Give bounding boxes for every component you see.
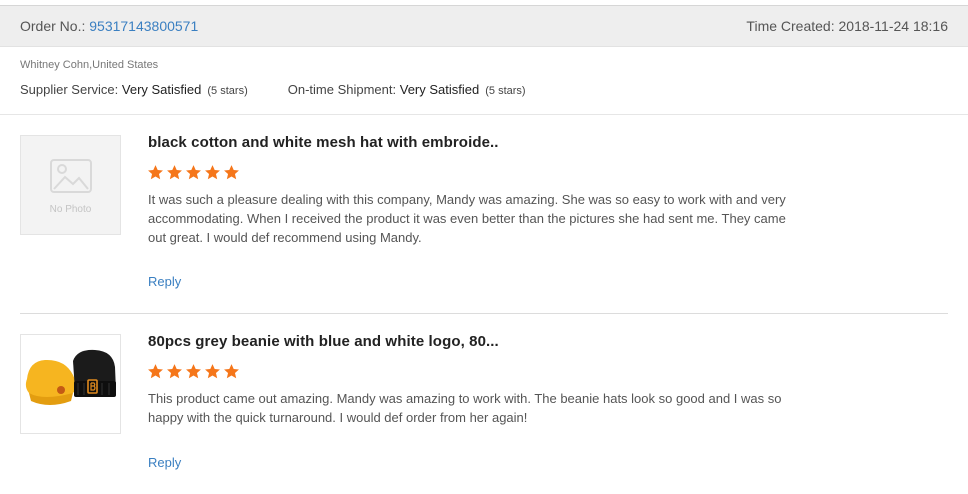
star-icon xyxy=(186,165,201,180)
star-icon xyxy=(224,364,239,379)
divider xyxy=(20,313,948,314)
star-rating xyxy=(147,363,242,381)
product-thumbnail[interactable]: No Photo xyxy=(20,135,121,235)
time-created-value: 2018-11-24 18:16 xyxy=(838,18,949,34)
star-icon xyxy=(148,364,163,379)
order-number-label: Order No.: xyxy=(20,18,90,34)
shipment-stars: (5 stars) xyxy=(485,85,526,97)
image-placeholder-icon xyxy=(50,159,92,193)
order-number-link[interactable]: 95317143800571 xyxy=(89,18,198,34)
no-photo-label: No Photo xyxy=(49,204,92,215)
beanie-product-image xyxy=(21,335,120,433)
divider xyxy=(0,114,968,115)
review-text: This product came out amazing. Mandy was… xyxy=(148,391,782,425)
time-created-label: Time Created: xyxy=(746,18,839,34)
seller-ratings: Supplier Service: Very Satisfied (5 stars… xyxy=(20,82,526,97)
order-header: Order No.: 95317143800571 Time Created: … xyxy=(0,5,968,47)
shipment-label: On-time Shipment: xyxy=(287,82,400,97)
buyer-name: Whitney Cohn,United States xyxy=(20,59,159,71)
supplier-service-stars: (5 stars) xyxy=(207,85,248,97)
product-title[interactable]: 80pcs grey beanie with blue and white lo… xyxy=(148,333,499,350)
order-number: Order No.: 95317143800571 xyxy=(20,18,198,34)
shipment-value: Very Satisfied xyxy=(399,82,480,97)
star-icon xyxy=(186,364,201,379)
supplier-service-label: Supplier Service: xyxy=(20,82,122,97)
reply-link[interactable]: Reply xyxy=(148,274,181,289)
star-icon xyxy=(148,165,163,180)
product-title[interactable]: black cotton and white mesh hat with emb… xyxy=(148,134,499,151)
star-icon xyxy=(224,165,239,180)
star-icon xyxy=(167,165,182,180)
star-icon xyxy=(205,165,220,180)
star-icon xyxy=(167,364,182,379)
review-text: It was such a pleasure dealing with this… xyxy=(148,192,786,245)
star-icon xyxy=(205,364,220,379)
reply-link[interactable]: Reply xyxy=(148,455,181,470)
supplier-service-value: Very Satisfied xyxy=(121,82,202,97)
time-created: Time Created: 2018-11-24 18:16 xyxy=(746,18,948,34)
no-photo-placeholder: No Photo xyxy=(21,136,120,234)
star-rating xyxy=(147,164,242,182)
product-thumbnail[interactable] xyxy=(20,334,121,434)
